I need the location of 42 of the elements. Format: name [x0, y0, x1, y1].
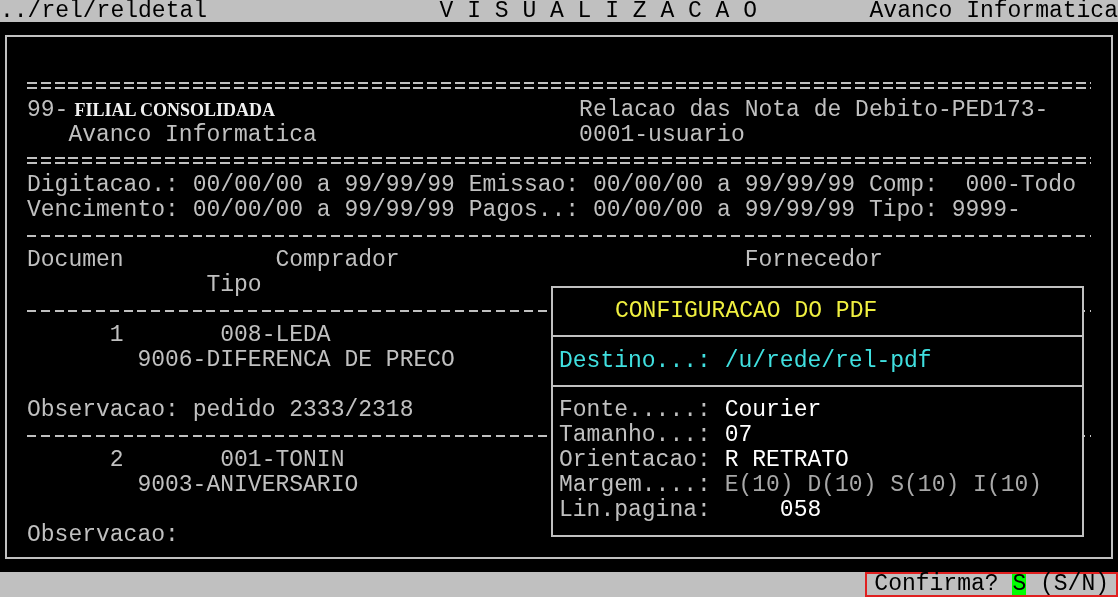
note-type: 9006-DIFERENCA DE PRECO — [137, 347, 455, 373]
screen-title: V I S U A L I Z A C A O — [439, 0, 757, 22]
filter-field: Pagos..: 00/00/00 a 99/99/99 — [468, 198, 869, 223]
branch-code: 99- — [27, 98, 69, 123]
field-label: Margem....: — [559, 473, 712, 498]
filter-field: Comp: 000-Todo — [868, 173, 1091, 198]
field-value: Courier — [724, 398, 822, 423]
document-number: 1 — [109, 322, 124, 348]
buyer-name: 008-LEDA — [220, 323, 331, 348]
company-name: Avanco Informatica — [68, 122, 317, 148]
column-header: Tipo — [206, 272, 262, 298]
field-value: 07 — [724, 423, 753, 448]
filter-field: Digitacao.: 00/00/00 a 99/99/99 — [27, 173, 469, 198]
observation-text: Observacao: pedido 2333/2318 — [27, 397, 414, 423]
user-name: 0001-usuario — [579, 123, 745, 148]
column-header: Documen — [27, 247, 124, 273]
company-name: Avanco Informatica — [869, 0, 1118, 22]
file-path: ../rel/reldetal — [0, 0, 208, 22]
dialog-title: CONFIGURACAO DO PDF — [615, 299, 878, 324]
field-label: Lin.pagina: — [559, 498, 712, 523]
filter-field: Emissao: 00/00/00 a 99/99/99 — [468, 173, 869, 198]
observation-text: Observacao: — [27, 522, 179, 548]
field-value: 058 — [779, 498, 822, 523]
buyer-name: 001-TONIN — [220, 448, 345, 473]
answer-field[interactable]: S — [1012, 574, 1027, 595]
prompt-text: Confirma? — [874, 574, 999, 595]
field-value: R RETRATO — [724, 448, 849, 473]
destination-path: /u/rede/rel-pdf — [724, 348, 932, 374]
column-header: Fornecedor — [744, 248, 883, 273]
field-value: E(10) D(10) S(10) I(10) — [724, 473, 1043, 498]
prompt-options: (S/N) — [1040, 574, 1109, 595]
filter-field: Tipo: 9999- — [868, 198, 1091, 223]
column-header: Comprador — [275, 247, 400, 273]
field-label: Destino...: — [559, 348, 711, 374]
document-number: 2 — [109, 447, 124, 473]
field-label: Fonte.....: — [559, 398, 712, 423]
note-type: 9003-ANIVERSARIO — [137, 472, 359, 498]
filter-field: Vencimento: 00/00/00 a 99/99/99 — [27, 198, 469, 223]
report-title: Relacao das Nota de Debito-PED173- — [579, 98, 1049, 123]
field-label: Orientacao: — [559, 448, 712, 473]
field-label: Tamanho...: — [559, 423, 712, 448]
branch-name: FILIAL CONSOLIDADA — [74, 99, 275, 122]
